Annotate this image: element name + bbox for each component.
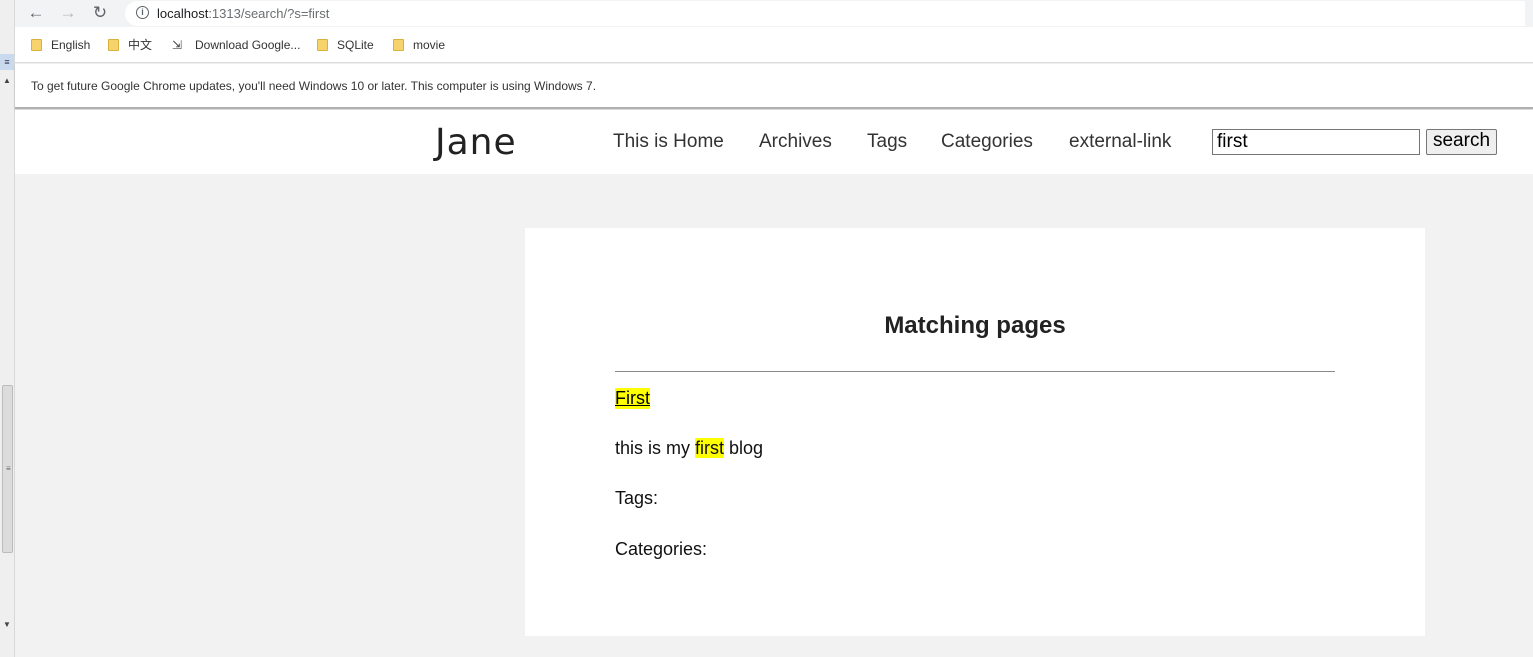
search-button[interactable]: search <box>1426 129 1497 155</box>
divider <box>615 371 1335 372</box>
summary-text: this is my <box>615 438 696 458</box>
bookmark-label: movie <box>413 38 446 52</box>
scroll-up-icon[interactable]: ▲ <box>3 76 11 85</box>
bookmark-movie[interactable]: movie <box>393 37 445 53</box>
site-header: Jane This is Home Archives Tags Categori… <box>15 110 1533 174</box>
scrollbar-thumb[interactable]: ≡ <box>2 385 13 553</box>
bookmark-label: SQLite <box>337 38 374 52</box>
nav-tags[interactable]: Tags <box>867 131 907 153</box>
reload-icon[interactable]: ↻ <box>88 2 112 24</box>
folder-icon <box>108 39 119 51</box>
scroll-down-icon[interactable]: ▼ <box>3 620 11 629</box>
folder-icon <box>317 39 328 51</box>
info-icon[interactable]: i <box>136 6 149 19</box>
infobar-message: To get future Google Chrome updates, you… <box>31 79 597 93</box>
url-host: localhost <box>157 6 209 21</box>
forward-arrow-icon[interactable]: → <box>56 2 80 24</box>
result-tags: Tags: <box>615 488 659 508</box>
browser-toolbar: ← → ↻ i localhost:1313/search/?s=first <box>15 0 1533 27</box>
nav-archives[interactable]: Archives <box>759 131 832 153</box>
back-arrow-icon[interactable]: ← <box>24 2 48 24</box>
grip-icon: ≡ <box>6 464 11 473</box>
address-bar[interactable]: i localhost:1313/search/?s=first <box>125 1 1525 26</box>
result-summary: this is my first blog <box>615 438 763 459</box>
search-input[interactable] <box>1212 129 1420 155</box>
bookmarks-bar: English 中文 ⇲ Download Google... SQLite mo… <box>15 27 1533 63</box>
bookmark-english[interactable]: English <box>31 37 90 53</box>
folder-icon <box>393 39 404 51</box>
download-icon: ⇲ <box>172 38 183 52</box>
window-edge: ≡ ▲ ≡ ▼ <box>0 0 15 657</box>
site-logo[interactable]: Jane <box>435 122 517 163</box>
summary-text: blog <box>724 438 764 458</box>
folder-icon <box>31 39 42 51</box>
nav-external-link[interactable]: external-link <box>1069 131 1171 153</box>
summary-highlight: first <box>695 438 725 458</box>
url-path: :1313/search/?s=first <box>208 6 330 21</box>
bookmark-chinese[interactable]: 中文 <box>108 37 152 53</box>
results-heading: Matching pages <box>884 312 1066 339</box>
bookmark-label: English <box>51 38 91 52</box>
menu-icon[interactable]: ≡ <box>0 54 14 70</box>
nav-home[interactable]: This is Home <box>613 131 724 153</box>
update-infobar: To get future Google Chrome updates, you… <box>15 64 1533 109</box>
bookmark-label: 中文 <box>128 38 153 52</box>
bookmark-label: Download Google... <box>195 38 301 52</box>
bookmark-download-google[interactable]: ⇲ Download Google... <box>172 37 300 53</box>
results-card: Matching pages First this is my first bl… <box>525 228 1425 636</box>
bookmark-sqlite[interactable]: SQLite <box>317 37 374 53</box>
result-categories: Categories: <box>615 539 708 559</box>
url-text[interactable]: localhost:1313/search/?s=first <box>157 6 329 21</box>
result-title-link[interactable]: First <box>615 388 650 409</box>
nav-categories[interactable]: Categories <box>941 131 1033 153</box>
